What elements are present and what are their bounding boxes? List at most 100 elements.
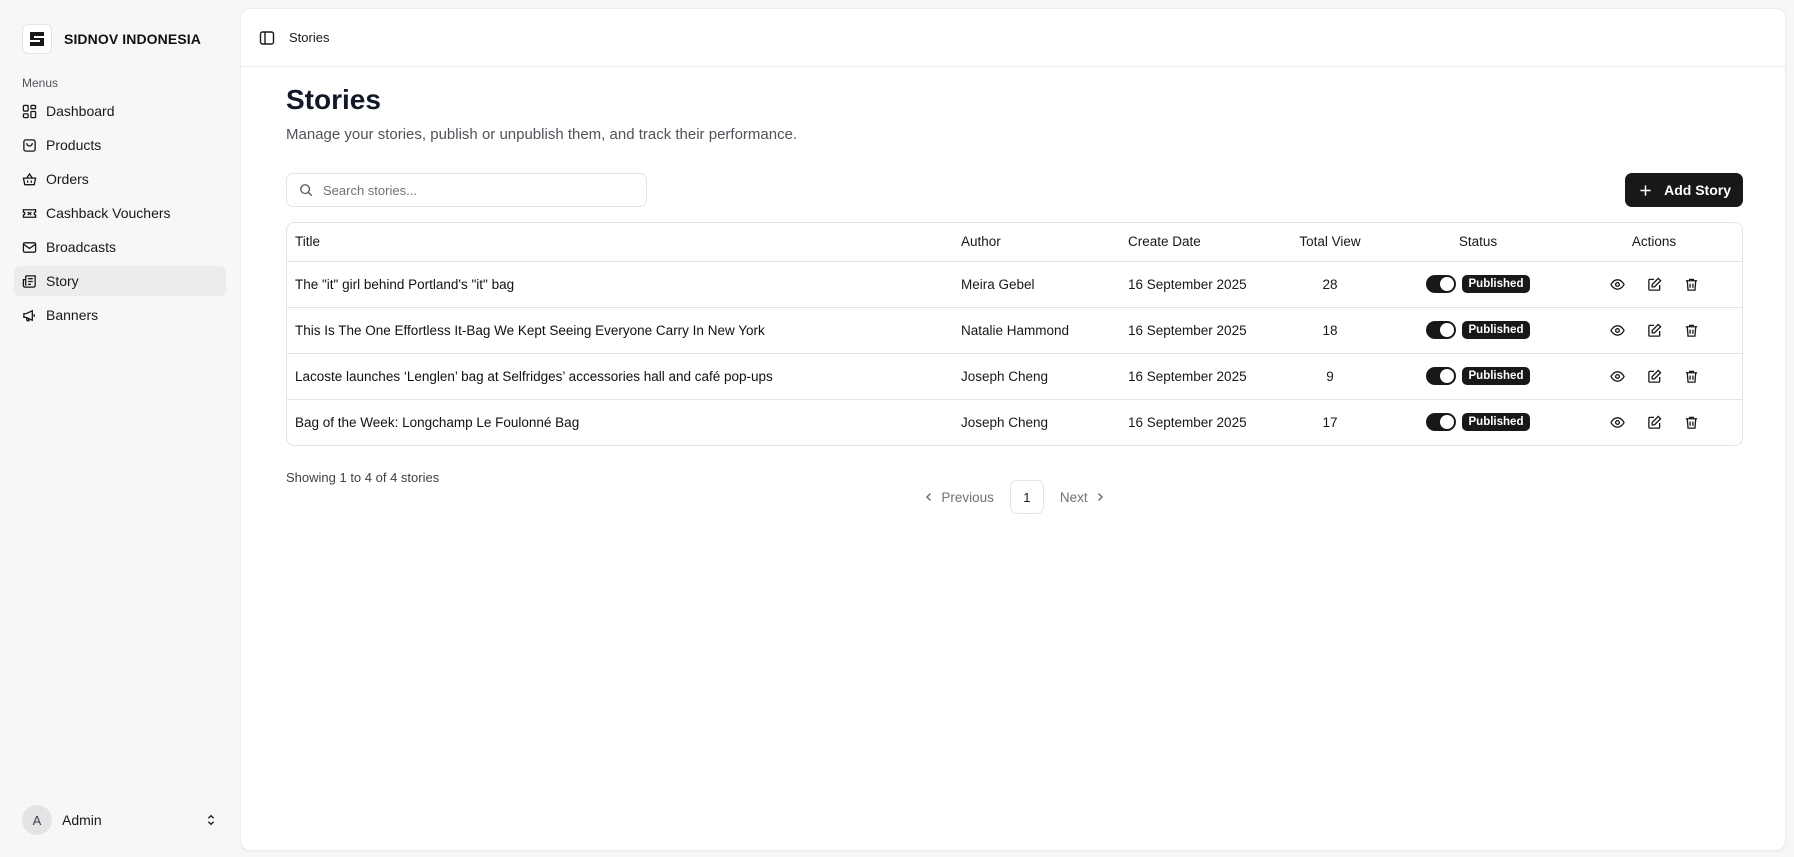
view-button[interactable] [1609, 277, 1625, 292]
eye-icon [1609, 278, 1625, 290]
publish-toggle[interactable] [1425, 367, 1456, 385]
actions-cell [1566, 261, 1742, 308]
column-header-status[interactable]: Status [1390, 223, 1566, 262]
sidebar: SIDNOV INDONESIA Menus Dashboard Product… [0, 0, 240, 857]
sidebar-item-dashboard[interactable]: Dashboard [14, 96, 226, 126]
table-header-row: Title Author Create Date Total View Stat… [287, 223, 1742, 262]
publish-toggle[interactable] [1425, 413, 1456, 432]
dashboard-icon [22, 104, 37, 118]
mail-icon [22, 241, 37, 253]
story-author: Joseph Cheng [961, 414, 1049, 430]
story-total-view: 17 [1322, 414, 1338, 430]
sidebar-item-products[interactable]: Products [14, 130, 226, 160]
actions-cell [1566, 399, 1742, 445]
topbar: Stories [241, 9, 1785, 67]
menus-section-label: Menus [22, 76, 59, 90]
sidebar-item-label: Products [46, 137, 102, 153]
sidebar-item-label: Broadcasts [46, 239, 117, 255]
publish-toggle[interactable] [1425, 275, 1456, 293]
edit-button[interactable] [1647, 322, 1662, 338]
shopping-bag-icon [23, 138, 36, 152]
edit-icon [1647, 368, 1662, 383]
sidebar-toggle-button[interactable] [259, 30, 275, 46]
status-badge: Published [1461, 413, 1531, 432]
story-title: Lacoste launches ‘Lenglen’ bag at Selfri… [287, 353, 953, 400]
newspaper-icon [22, 274, 36, 288]
view-button[interactable] [1609, 369, 1625, 384]
story-total-view: 9 [1270, 353, 1390, 400]
actions-cell [1566, 353, 1742, 400]
toolbar: Add Story [286, 173, 1743, 207]
story-title: The "it" girl behind Portland's "it" bag [287, 261, 953, 308]
column-header-total-view[interactable]: Total View [1270, 223, 1390, 262]
search-box[interactable] [286, 173, 647, 207]
next-label: Next [1059, 489, 1088, 505]
sidebar-item-cashback-vouchers[interactable]: Cashback Vouchers [14, 198, 226, 228]
sidebar-nav: Dashboard Products Orders Cashback Vouch… [14, 96, 226, 334]
view-button[interactable] [1609, 323, 1625, 338]
delete-button[interactable] [1684, 277, 1699, 292]
edit-button[interactable] [1647, 415, 1662, 430]
delete-button[interactable] [1684, 369, 1699, 384]
sidnov-logo-icon [22, 24, 52, 54]
table-row: The "it" girl behind Portland's "it" bag… [287, 261, 1742, 308]
user-menu[interactable]: A Admin [22, 805, 218, 835]
sidebar-toggle-icon [259, 30, 275, 45]
delete-button[interactable] [1684, 415, 1699, 430]
status-cell: Published [1390, 261, 1566, 308]
add-story-button[interactable]: Add Story [1625, 173, 1743, 207]
story-create-date: 16 September 2025 [1120, 353, 1270, 400]
story-create-date: 16 September 2025 [1120, 307, 1270, 354]
previous-page-button[interactable]: Previous [919, 490, 998, 505]
column-header-actions: Actions [1566, 223, 1742, 262]
eye-icon [1609, 324, 1625, 336]
page-subtitle: Manage your stories, publish or unpublis… [286, 126, 798, 143]
page-title: Stories [286, 84, 381, 115]
view-button[interactable] [1609, 415, 1625, 430]
story-title: This Is The One Effortless It-Bag We Kep… [287, 307, 953, 354]
megaphone-icon [23, 309, 35, 321]
edit-button[interactable] [1647, 276, 1662, 292]
main-panel: Stories Stories Manage your stories, pub… [240, 8, 1786, 851]
story-author: Meira Gebel [953, 261, 1120, 308]
table-row: Bag of the Week: Longchamp Le Foulonné B… [287, 399, 1742, 445]
story-author: Joseph Cheng [953, 353, 1120, 400]
story-create-date: 16 September 2025 [1128, 414, 1247, 430]
brand[interactable]: SIDNOV INDONESIA [22, 24, 201, 54]
table-row: This Is The One Effortless It-Bag We Kep… [287, 307, 1742, 354]
sidebar-item-orders[interactable]: Orders [14, 164, 226, 194]
page-number-button[interactable]: 1 [1009, 480, 1044, 514]
story-total-view: 18 [1270, 307, 1390, 354]
chevrons-up-down-icon [207, 814, 215, 826]
avatar: A [22, 805, 52, 835]
sidebar-item-banners[interactable]: Banners [14, 300, 226, 330]
status-badge: Published [1461, 367, 1531, 385]
status-badge: Published [1461, 275, 1531, 293]
story-total-view: 28 [1270, 261, 1390, 308]
trash-icon [1685, 278, 1697, 291]
column-header-title[interactable]: Title [287, 223, 953, 262]
ticket-icon [22, 208, 37, 218]
breadcrumb: Stories [289, 30, 330, 45]
column-header-author[interactable]: Author [953, 223, 1120, 262]
edit-icon [1647, 415, 1662, 429]
status-badge: Published [1461, 321, 1531, 339]
table-row: Lacoste launches ‘Lenglen’ bag at Selfri… [287, 353, 1742, 400]
trash-icon [1685, 370, 1697, 383]
search-input[interactable] [323, 182, 623, 198]
publish-toggle[interactable] [1425, 321, 1456, 339]
content: Stories Manage your stories, publish or … [286, 67, 1743, 514]
story-title: Bag of the Week: Longchamp Le Foulonné B… [295, 414, 580, 430]
next-page-button[interactable]: Next [1056, 490, 1110, 505]
column-header-create-date[interactable]: Create Date [1120, 223, 1270, 262]
trash-icon [1685, 416, 1697, 429]
plus-icon [1640, 184, 1651, 196]
pagination: Previous 1 Next [286, 480, 1743, 514]
sidebar-item-broadcasts[interactable]: Broadcasts [14, 232, 226, 262]
sidebar-item-story[interactable]: Story [14, 266, 226, 296]
edit-button[interactable] [1647, 368, 1662, 384]
story-author: Natalie Hammond [953, 307, 1120, 354]
brand-name: SIDNOV INDONESIA [64, 31, 201, 47]
delete-button[interactable] [1684, 323, 1699, 338]
eye-icon [1609, 416, 1625, 428]
